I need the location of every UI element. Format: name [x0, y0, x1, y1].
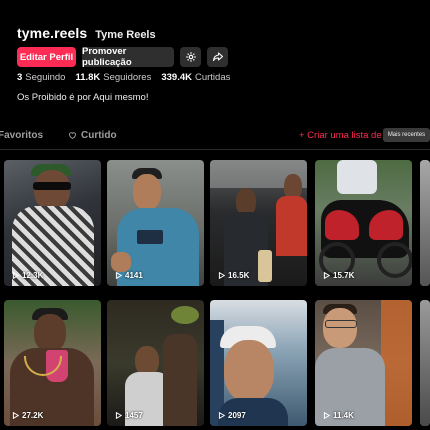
video-thumbnail: [315, 300, 412, 426]
profile-stats: 3 Seguindo 11.8K Seguidores 339.4K Curtidas: [17, 72, 230, 83]
video-card[interactable]: 4141: [107, 160, 204, 286]
tab-liked-label: Curtido: [81, 130, 117, 141]
video-card-partial[interactable]: [420, 300, 430, 426]
edit-profile-button[interactable]: Editar Perfil: [17, 47, 76, 67]
play-icon: [323, 272, 330, 279]
play-icon: [12, 412, 19, 419]
view-count-text: 11.4K: [333, 411, 354, 420]
view-count: 4141: [115, 271, 143, 280]
tab-favorites-label: Favoritos: [0, 130, 44, 141]
heart-outline-icon: [69, 132, 76, 140]
followers-count: 11.8K: [75, 72, 101, 83]
play-icon: [12, 272, 19, 279]
gear-icon: [185, 52, 196, 62]
share-icon: [212, 52, 223, 62]
following-label: Seguindo: [25, 72, 66, 83]
view-count-text: 1457: [125, 411, 143, 420]
followers-label: Seguidores: [103, 72, 152, 83]
video-thumbnail: [420, 160, 430, 286]
tab-liked[interactable]: Curtido: [68, 130, 117, 141]
tab-favorites[interactable]: Favoritos: [0, 130, 43, 141]
profile-tabs: Favoritos Curtido + Criar uma lista de r…: [0, 128, 430, 146]
video-card[interactable]: 12.3K: [4, 160, 101, 286]
video-thumbnail: [4, 160, 101, 286]
view-count: 27.2K: [12, 411, 43, 420]
view-count-text: 12.3K: [22, 271, 44, 280]
video-thumbnail: [107, 300, 204, 426]
video-thumbnail: [107, 160, 204, 286]
view-count: 15.7K: [323, 271, 354, 280]
following-stat[interactable]: 3 Seguindo: [17, 72, 65, 83]
likes-label: Curtidas: [194, 72, 231, 83]
view-count: 16.5K: [218, 271, 249, 280]
play-icon: [218, 412, 225, 419]
view-count: 11.4K: [323, 411, 354, 420]
view-count: 1457: [115, 411, 143, 420]
play-icon: [323, 412, 330, 419]
video-card-partial[interactable]: [420, 160, 430, 286]
following-count: 3: [17, 72, 23, 83]
video-thumbnail: [210, 300, 307, 426]
video-card[interactable]: 2097: [210, 300, 307, 426]
likes-count: 339.4K: [161, 72, 192, 83]
view-count-text: 16.5K: [228, 271, 250, 280]
play-icon: [218, 272, 225, 279]
username: tyme.reels: [17, 25, 88, 41]
view-count-text: 4141: [125, 271, 143, 280]
video-card[interactable]: 27.2K: [4, 300, 101, 426]
video-card[interactable]: 16.5K: [210, 160, 307, 286]
settings-button[interactable]: [180, 47, 201, 67]
view-count: 2097: [218, 411, 246, 420]
likes-stat: 339.4K Curtidas: [161, 72, 230, 83]
view-count-text: 2097: [228, 411, 246, 420]
profile-header: tyme.reels Tyme Reels: [17, 25, 156, 41]
video-thumbnail: [315, 160, 412, 286]
sort-tooltip: Mais recentes: [383, 128, 430, 142]
play-icon: [115, 412, 122, 419]
view-count-text: 15.7K: [333, 271, 355, 280]
create-playlist-link[interactable]: + Criar uma lista de re: [299, 130, 393, 141]
video-thumbnail: [420, 300, 430, 426]
view-count-text: 27.2K: [22, 411, 44, 420]
play-icon: [115, 272, 122, 279]
video-card[interactable]: 15.7K: [315, 160, 412, 286]
promote-post-button[interactable]: Promover publicação: [82, 46, 174, 68]
video-card[interactable]: 1457: [107, 300, 204, 426]
nickname: Tyme Reels: [95, 29, 156, 41]
view-count: 12.3K: [12, 271, 43, 280]
video-thumbnail: [210, 160, 307, 286]
followers-stat[interactable]: 11.8K Seguidores: [75, 72, 151, 83]
tabs-divider: [0, 149, 430, 150]
profile-actions: Editar Perfil Promover publicação: [17, 46, 228, 68]
video-thumbnail: [4, 300, 101, 426]
profile-bio: Os Proibido é por Aqui mesmo!: [17, 92, 149, 103]
share-profile-button[interactable]: [207, 47, 228, 67]
video-card[interactable]: 11.4K: [315, 300, 412, 426]
